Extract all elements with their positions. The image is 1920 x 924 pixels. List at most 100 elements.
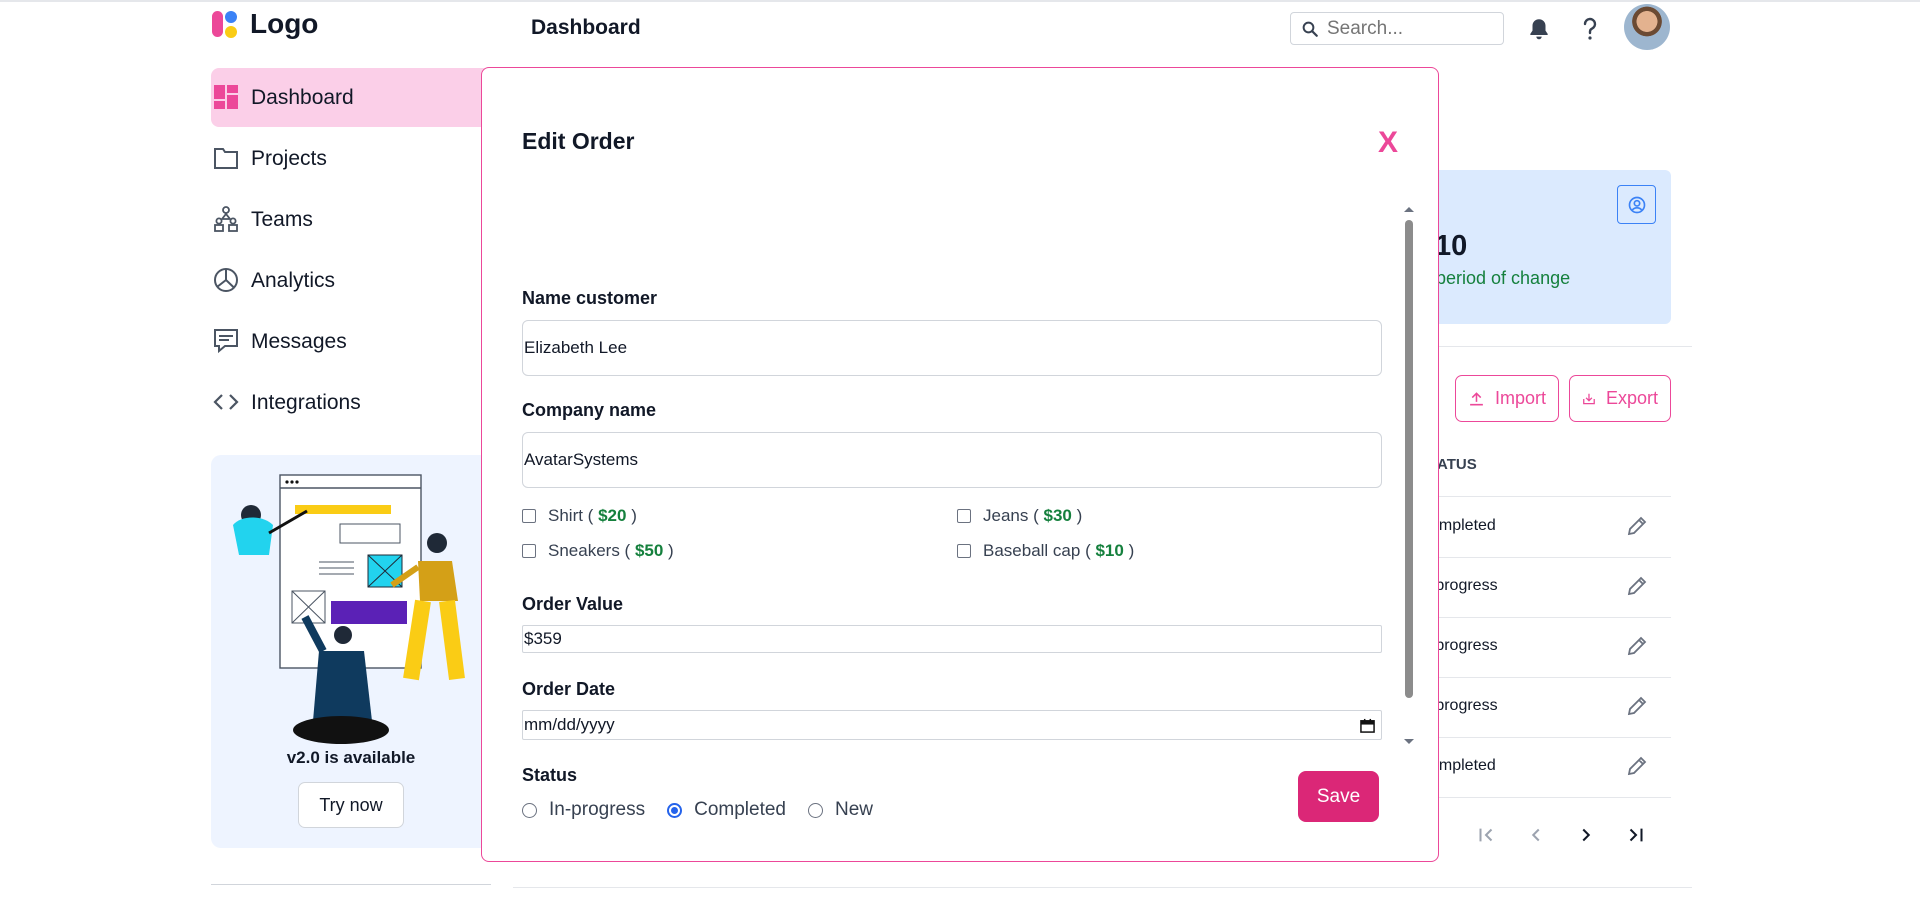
code-icon — [213, 394, 239, 410]
section-divider — [1430, 346, 1692, 347]
radio-completed[interactable] — [667, 802, 683, 818]
product-name: Shirt ( — [548, 506, 594, 525]
order-value-label: Order Value — [522, 594, 624, 614]
close-button[interactable]: X — [1378, 128, 1398, 158]
name-customer-label: Name customer — [522, 288, 658, 308]
search-box[interactable] — [1290, 12, 1504, 45]
sidebar-item-label: Teams — [251, 207, 313, 231]
checkbox[interactable] — [957, 544, 971, 558]
save-button[interactable]: Save — [1298, 771, 1379, 822]
radio-new[interactable] — [808, 802, 823, 818]
company-name-value: AvatarSystems — [524, 450, 639, 469]
top-border — [0, 0, 1920, 2]
user-circle-icon — [1628, 196, 1645, 213]
upgrade-promo-card: v2.0 is available Try now — [211, 455, 491, 848]
export-button[interactable]: Export — [1569, 375, 1671, 422]
help-icon[interactable] — [1575, 14, 1605, 44]
import-label: Import — [1494, 388, 1546, 408]
logo-mark-icon — [212, 8, 242, 40]
pie-chart-icon — [214, 268, 238, 292]
status-cell: -progress — [1430, 577, 1498, 594]
sidebar-item-teams[interactable]: Teams — [211, 190, 491, 249]
product-checkbox-shirt[interactable]: Shirt ( $20 ) — [522, 506, 637, 526]
pencil-icon[interactable] — [1625, 694, 1649, 718]
radio-label: In-progress — [549, 799, 646, 819]
edit-order-modal: Edit Order X Name customer Elizabeth Lee… — [481, 67, 1439, 862]
import-button[interactable]: Import — [1455, 375, 1559, 422]
sidebar-item-projects[interactable]: Projects — [211, 129, 491, 188]
sidebar-item-messages[interactable]: Messages — [211, 312, 491, 371]
modal-form: Name customer Elizabeth Lee Company name… — [482, 207, 1397, 819]
status-cell: ompleted — [1430, 517, 1496, 534]
status-column-header: ATUS — [1437, 456, 1477, 473]
product-name: Jeans ( — [983, 506, 1039, 525]
sidebar-item-label: Messages — [251, 329, 347, 353]
stat-subtext: period of change — [1436, 268, 1571, 288]
sidebar-divider — [211, 884, 491, 885]
scroll-down-icon[interactable] — [1401, 737, 1417, 747]
table-row: ompleted — [1430, 738, 1671, 798]
pencil-icon[interactable] — [1625, 574, 1649, 598]
try-now-button[interactable]: Try now — [298, 782, 404, 828]
sidebar: Dashboard Projects Teams Analytics Messa… — [211, 68, 491, 434]
product-checkbox-sneakers[interactable]: Sneakers ( $50 ) — [522, 541, 674, 561]
name-customer-field[interactable]: Elizabeth Lee — [522, 320, 1382, 376]
company-name-label: Company name — [522, 400, 657, 420]
main-bottom-divider — [513, 887, 1692, 888]
status-cell: ompleted — [1430, 757, 1496, 774]
dashboard-icon — [214, 85, 238, 109]
sidebar-item-analytics[interactable]: Analytics — [211, 251, 491, 310]
product-checkbox-baseball-cap[interactable]: Baseball cap ( $10 ) — [957, 541, 1134, 561]
modal-title: Edit Order — [522, 128, 635, 154]
product-close: ) — [631, 506, 637, 525]
product-price: $50 — [634, 541, 664, 560]
product-close: ) — [1128, 541, 1135, 560]
next-page-icon[interactable] — [1571, 820, 1601, 850]
search-icon — [1302, 21, 1318, 37]
product-price: $20 — [598, 506, 627, 525]
product-checkbox-jeans[interactable]: Jeans ( $30 ) — [957, 506, 1082, 526]
checkbox[interactable] — [957, 509, 971, 523]
order-value-field[interactable]: $359 — [522, 625, 1382, 653]
sidebar-item-label: Dashboard — [251, 85, 354, 109]
team-illustration — [233, 474, 465, 744]
sidebar-item-dashboard[interactable]: Dashboard — [211, 68, 491, 127]
product-price: $10 — [1095, 541, 1124, 560]
product-close: ) — [668, 541, 674, 560]
order-date-placeholder: mm/dd/yyyy — [524, 715, 615, 734]
radio-label: Completed — [694, 799, 786, 819]
sidebar-item-label: Integrations — [251, 390, 361, 414]
last-page-icon[interactable] — [1621, 820, 1651, 850]
stat-card-button[interactable] — [1617, 185, 1656, 224]
pencil-icon[interactable] — [1625, 514, 1649, 538]
order-date-label: Order Date — [522, 679, 616, 699]
scroll-up-icon[interactable] — [1401, 204, 1417, 214]
first-page-icon[interactable] — [1471, 820, 1501, 850]
product-name: Sneakers ( — [548, 541, 631, 560]
export-label: Export — [1605, 388, 1658, 408]
sidebar-item-integrations[interactable]: Integrations — [211, 373, 491, 432]
checkbox[interactable] — [522, 509, 536, 523]
modal-scrollbar[interactable] — [1401, 200, 1417, 748]
radio-in-progress[interactable] — [522, 802, 537, 818]
logo[interactable]: Logo — [212, 8, 318, 40]
order-value: $359 — [524, 629, 562, 648]
prev-page-icon[interactable] — [1521, 820, 1551, 850]
order-date-field[interactable]: mm/dd/yyyy — [522, 710, 1382, 740]
search-input[interactable] — [1327, 17, 1497, 40]
status-radio-group: In-progress Completed New — [522, 799, 895, 819]
sidebar-item-label: Analytics — [251, 268, 336, 292]
pencil-icon[interactable] — [1625, 634, 1649, 658]
teams-icon — [214, 206, 238, 232]
company-name-field[interactable]: AvatarSystems — [522, 432, 1382, 488]
upload-icon — [1470, 391, 1483, 405]
avatar[interactable] — [1624, 4, 1670, 50]
promo-text: v2.0 is available — [286, 748, 416, 767]
stat-value: 10 — [1435, 230, 1468, 262]
message-icon — [214, 329, 238, 354]
checkbox[interactable] — [522, 544, 536, 558]
scrollbar-thumb[interactable] — [1405, 220, 1413, 698]
calendar-icon[interactable] — [1360, 718, 1375, 733]
bell-icon[interactable] — [1524, 14, 1554, 44]
pencil-icon[interactable] — [1625, 754, 1649, 778]
